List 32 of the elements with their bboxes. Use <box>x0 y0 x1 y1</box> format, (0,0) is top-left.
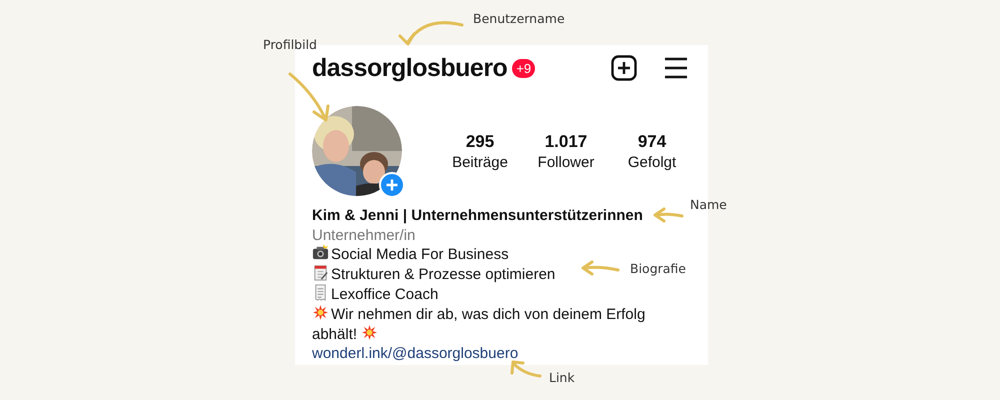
profile-category: Unternehmer/in <box>312 227 416 244</box>
stat-label: Follower <box>538 154 594 170</box>
bio-text: abhält! <box>312 326 358 343</box>
bio-text: Social Media For Business <box>331 246 509 263</box>
annotation-label: Biografie <box>630 261 686 276</box>
profile-link[interactable]: wonderl.ink/@dassorglosbuero <box>312 344 518 363</box>
annotation-label: Link <box>549 370 575 385</box>
stat-label: Gefolgt <box>628 154 676 170</box>
bio-text: Lexoffice Coach <box>331 286 438 303</box>
annotation-arrow <box>398 21 464 46</box>
menu-icon[interactable] <box>663 55 689 81</box>
stat-count: 974 <box>638 132 666 152</box>
annotation-label: Name <box>690 197 727 212</box>
annotation-arrow <box>654 208 684 222</box>
add-story-icon[interactable] <box>379 172 405 198</box>
explosion-icon <box>312 304 329 321</box>
camera-icon <box>312 244 329 261</box>
notification-badge: +9 <box>512 58 536 78</box>
stat-count: 1.017 <box>544 132 588 152</box>
annotation-arrow <box>582 260 620 276</box>
annotation-label: Profilbild <box>263 37 317 52</box>
explosion-icon <box>361 324 378 341</box>
stat-count: 295 <box>466 132 494 152</box>
stat-label: Beiträge <box>452 154 508 170</box>
profile-name: Kim & Jenni | Unternehmensunterstützerinnen <box>312 207 643 224</box>
notepad-icon <box>312 264 329 281</box>
annotation-label: Benutzername <box>473 11 565 26</box>
username: dassorglosbuero <box>312 54 508 82</box>
add-post-icon[interactable] <box>611 55 637 81</box>
annotation-arrow <box>510 360 542 378</box>
bio-text: Wir nehmen dir ab, was dich von deinem Erfolg <box>331 306 646 323</box>
bio-text: Strukturen & Prozesse optimieren <box>331 266 556 283</box>
